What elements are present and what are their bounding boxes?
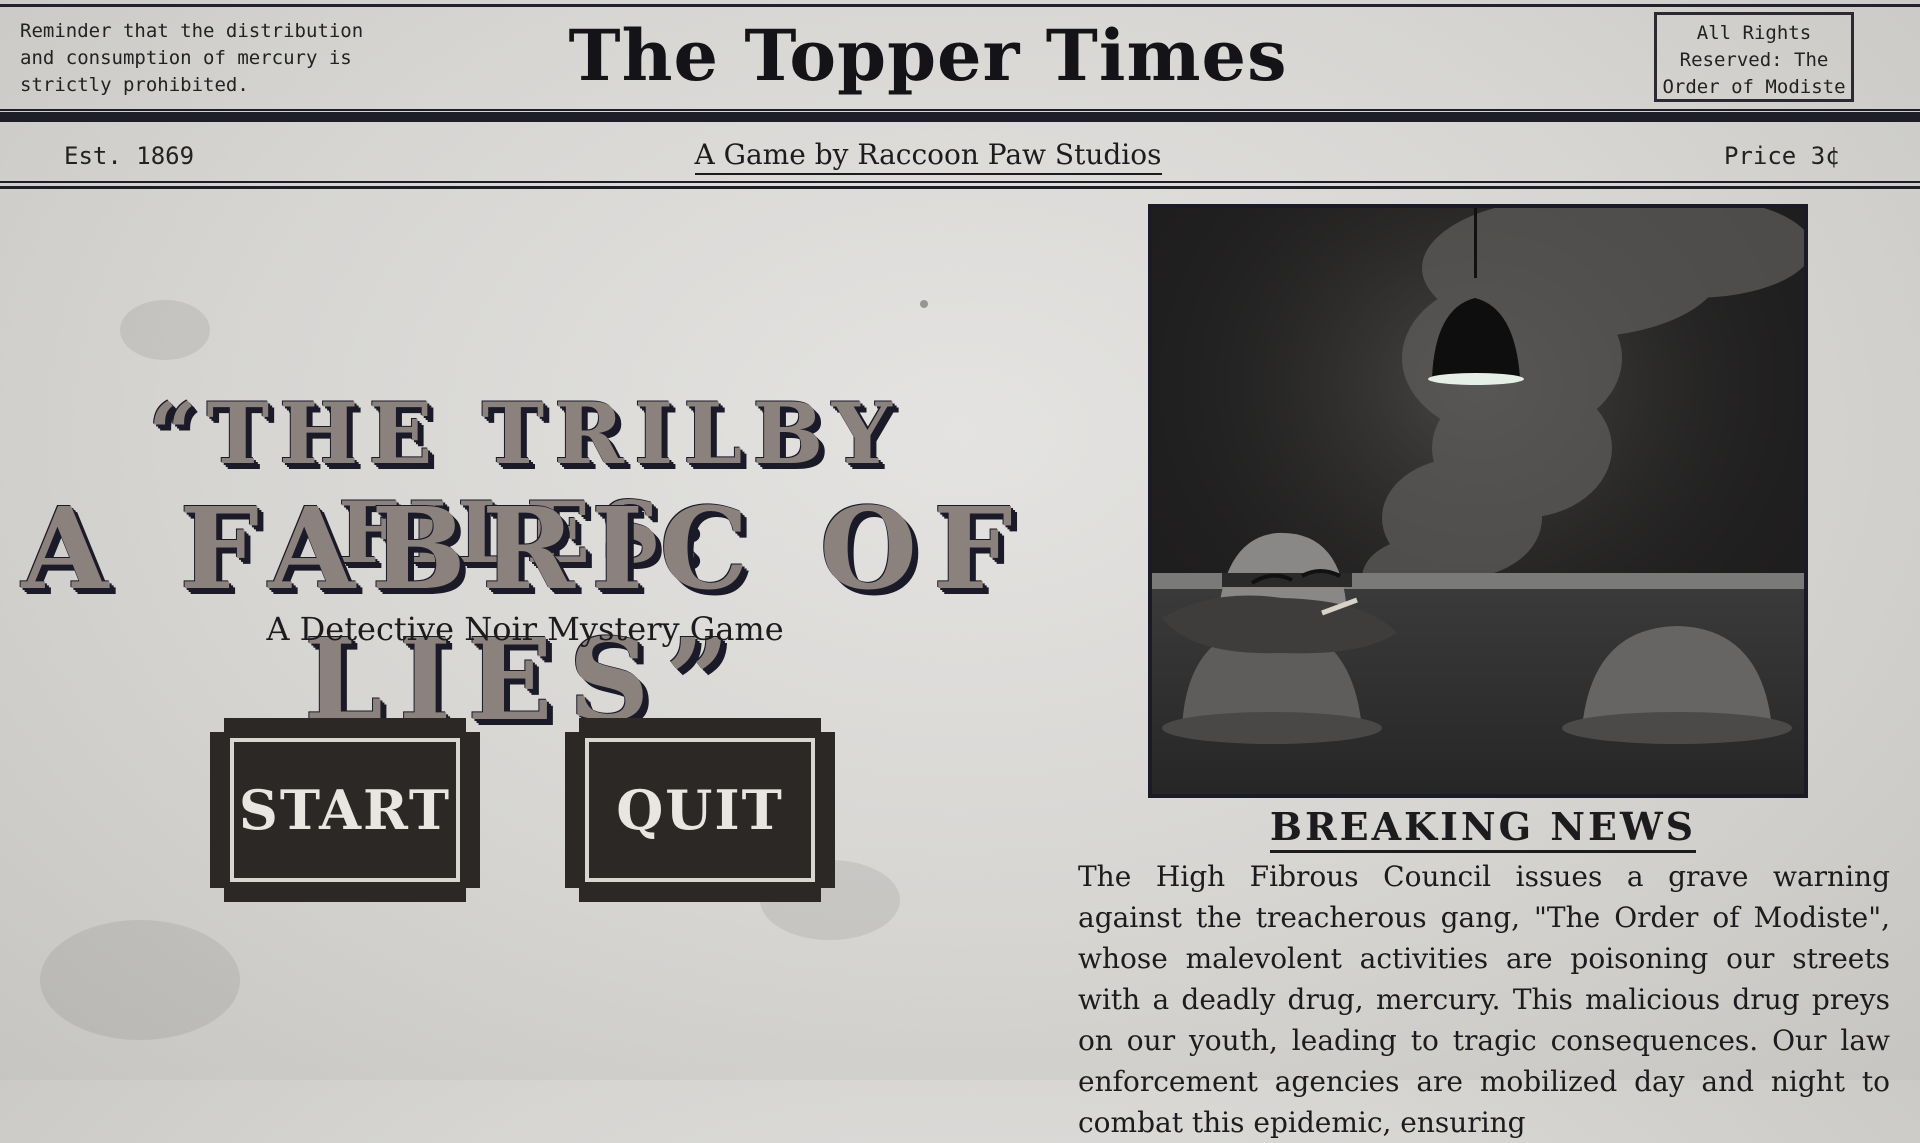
detective-scene-image	[1152, 208, 1804, 794]
paper-stain	[40, 920, 240, 1040]
masthead-rule-thick	[0, 112, 1920, 122]
byline-text: A Game by Raccoon Paw Studios	[694, 138, 1162, 175]
sub-rule-thick	[0, 186, 1920, 189]
paper-stain	[920, 300, 928, 308]
breaking-news-heading-text: BREAKING NEWS	[1269, 804, 1697, 853]
price-label: Price 3¢	[1724, 142, 1840, 170]
breaking-news-heading: BREAKING NEWS	[1048, 804, 1918, 853]
sub-rule	[0, 181, 1920, 183]
rights-box: All Rights Reserved: The Order of Modist…	[1654, 12, 1854, 102]
noir-illustration	[1148, 204, 1808, 798]
paper-stain	[120, 300, 210, 360]
quit-button[interactable]: QUIT	[565, 718, 835, 902]
game-tagline: A Detective Noir Mystery Game	[266, 610, 784, 648]
start-button-label: START	[238, 778, 452, 842]
byline: A Game by Raccoon Paw Studios	[0, 138, 1856, 175]
quit-button-frame: QUIT	[585, 738, 815, 882]
newspaper-title: The Topper Times	[568, 14, 1288, 97]
masthead-top-rule	[0, 4, 1920, 7]
start-button[interactable]: START	[210, 718, 480, 902]
quit-button-label: QUIT	[616, 778, 784, 842]
masthead-rule	[0, 109, 1920, 111]
breaking-news-body: The High Fibrous Council issues a grave …	[1078, 860, 1890, 1139]
start-button-frame: START	[230, 738, 460, 882]
